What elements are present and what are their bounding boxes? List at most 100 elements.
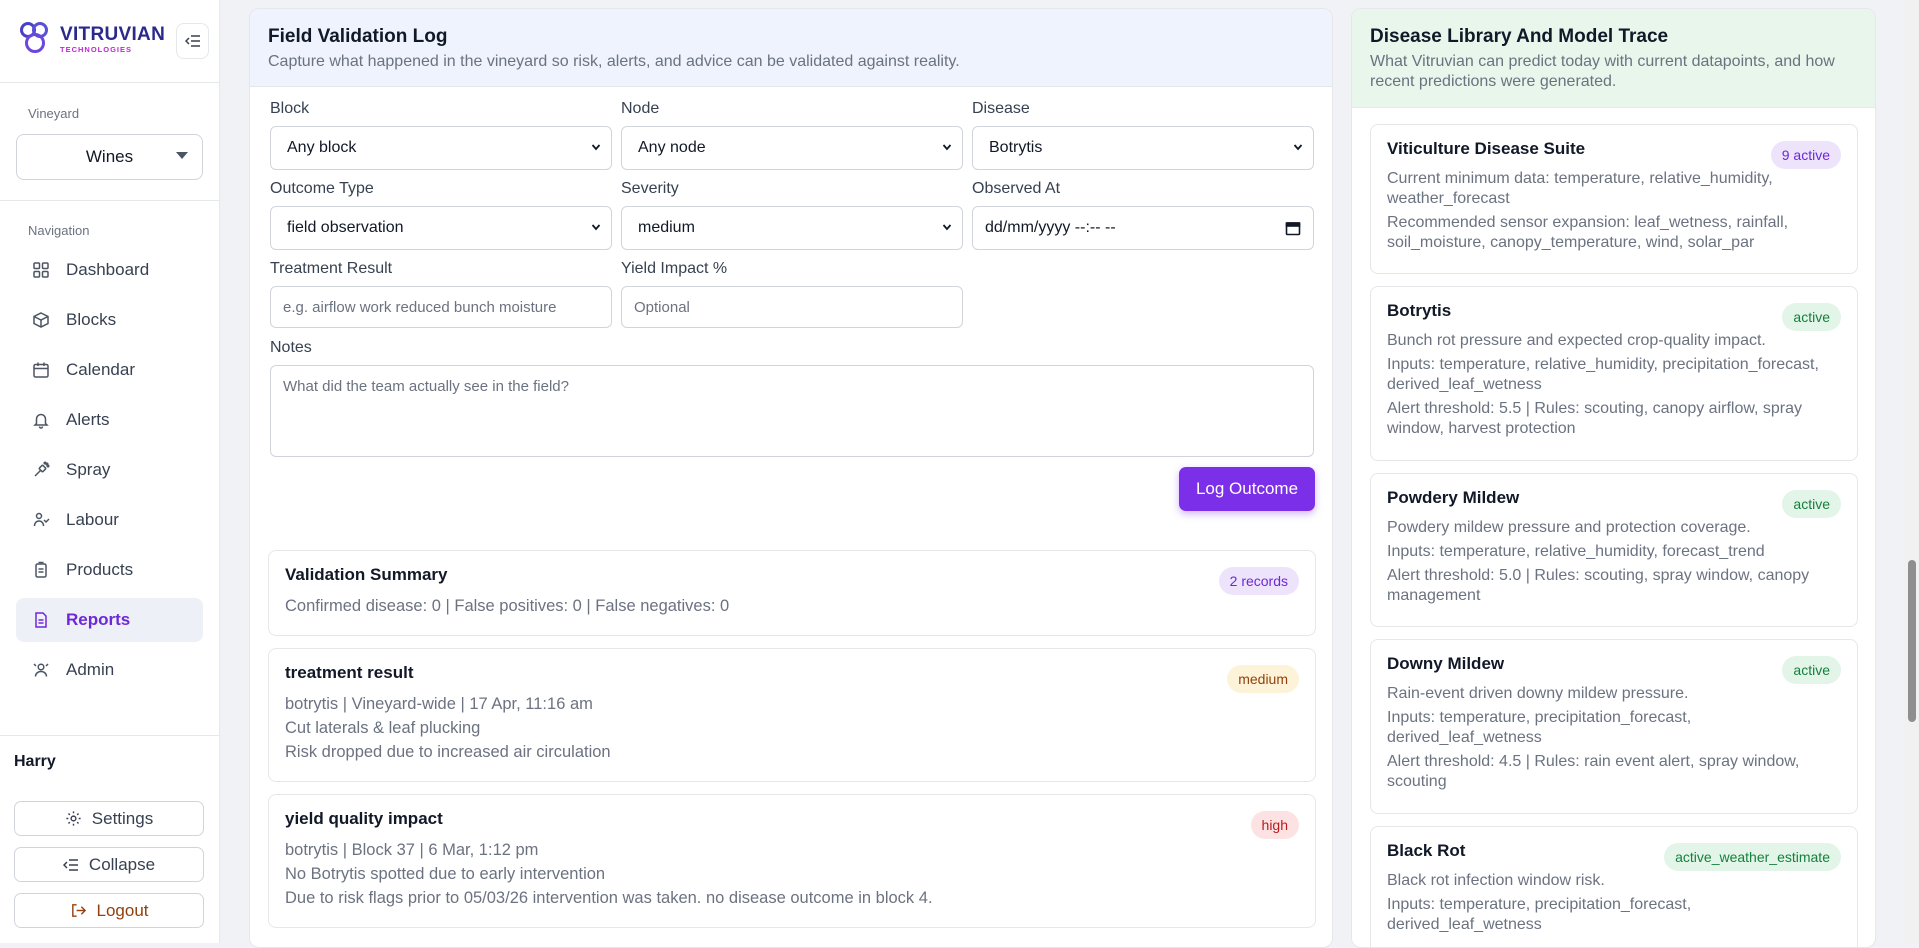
panel-title: Field Validation Log [268, 26, 448, 47]
disease-card[interactable]: Powdery Mildew active Powdery mildew pre… [1370, 473, 1858, 627]
nav-item-admin[interactable]: Admin [16, 648, 203, 692]
observed-at-value: dd/mm/yyyy --:-- -- [985, 219, 1116, 236]
caret-down-icon [176, 152, 188, 159]
node-select[interactable]: Any node [621, 126, 963, 170]
collapse-icon [62, 858, 78, 871]
severity-select[interactable]: medium [621, 206, 963, 250]
calendar-icon[interactable] [1285, 220, 1301, 236]
node-value: Any node [638, 139, 706, 156]
nav-label: Dashboard [66, 260, 150, 279]
record-count-badge: 2 records [1218, 567, 1299, 595]
disease-line: Inputs: temperature, precipitation_forec… [1387, 709, 1692, 746]
vineyard-value: Wines [85, 147, 134, 166]
nav-label: Reports [66, 610, 131, 629]
divider [0, 200, 219, 201]
status-badge: active [1782, 490, 1841, 518]
treatment-result-label: Treatment Result [270, 260, 393, 277]
observed-at-input[interactable]: dd/mm/yyyy --:-- -- [972, 206, 1314, 250]
chevron-down-icon [591, 224, 601, 231]
record-line: Risk dropped due to increased air circul… [285, 743, 611, 761]
outcome-type-select[interactable]: field observation [270, 206, 612, 250]
logout-label: Logout [96, 900, 149, 920]
severity-badge: high [1250, 811, 1299, 839]
record-card[interactable]: yield quality impact high botrytis | Blo… [268, 794, 1316, 928]
record-line: Due to risk flags prior to 05/03/26 inte… [285, 889, 933, 907]
menu-collapse-icon [184, 35, 200, 47]
log-outcome-button[interactable]: Log Outcome [1179, 467, 1315, 511]
disease-card[interactable]: Viticulture Disease Suite 9 active Curre… [1370, 124, 1858, 274]
brand-logo[interactable]: VITRUVIAN TECHNOLOGIES [20, 22, 165, 56]
disease-line: Black rot infection window risk. [1387, 872, 1605, 889]
blocks-icon [33, 312, 49, 328]
yield-impact-input[interactable]: Optional [621, 286, 963, 328]
bell-icon [33, 413, 49, 429]
scrollbar-thumb[interactable] [1908, 560, 1916, 722]
chevron-down-icon [942, 224, 952, 231]
products-icon [35, 561, 47, 578]
sidebar-toggle-button[interactable] [176, 23, 209, 59]
nav-label: Labour [66, 510, 119, 529]
severity-value: medium [638, 219, 695, 236]
dashboard-icon [33, 262, 49, 278]
vineyard-label: Vineyard [28, 106, 80, 121]
labour-icon [33, 512, 50, 527]
nav-item-labour[interactable]: Labour [16, 498, 203, 542]
divider [0, 735, 219, 736]
record-title: treatment result [285, 663, 414, 682]
record-card[interactable]: treatment result medium botrytis | Viney… [268, 648, 1316, 782]
page-scrollbar[interactable] [1904, 0, 1919, 943]
panel-subtitle: What Vitruvian can predict today with cu… [1370, 53, 1835, 90]
logout-icon [71, 904, 86, 917]
disease-line: Inputs: temperature, relative_humidity, … [1387, 543, 1765, 560]
disease-card[interactable]: Botrytis active Bunch rot pressure and e… [1370, 286, 1858, 461]
panel-header: Field Validation Log Capture what happen… [250, 9, 1332, 87]
nav-item-alerts[interactable]: Alerts [16, 398, 203, 442]
collapse-label: Collapse [88, 854, 156, 874]
status-badge: active [1782, 656, 1841, 684]
validation-summary-card: Validation Summary 2 records Confirmed d… [268, 550, 1316, 636]
nav-label: Products [66, 560, 134, 579]
nav-item-dashboard[interactable]: Dashboard [16, 248, 203, 292]
settings-button[interactable]: Settings [14, 801, 204, 836]
record-meta: botrytis | Vineyard-wide | 17 Apr, 11:16… [285, 695, 593, 713]
yield-placeholder: Optional [634, 298, 690, 316]
nav-label: Alerts [66, 410, 110, 429]
calendar-icon [33, 362, 49, 378]
nav-item-blocks[interactable]: Blocks [16, 298, 203, 342]
field-validation-panel: Field Validation Log Capture what happen… [249, 8, 1333, 948]
notes-placeholder: What did the team actually see in the fi… [283, 378, 569, 395]
nav-item-spray[interactable]: Spray [16, 448, 203, 492]
brand-subtitle: TECHNOLOGIES [60, 44, 133, 54]
nav-item-products[interactable]: Products [16, 548, 203, 592]
logout-button[interactable]: Logout [14, 893, 204, 928]
outcome-type-value: field observation [287, 219, 404, 236]
navigation-label: Navigation [28, 223, 90, 238]
nav-item-calendar[interactable]: Calendar [16, 348, 203, 392]
collapse-button[interactable]: Collapse [14, 847, 204, 882]
block-label: Block [270, 100, 310, 117]
block-select[interactable]: Any block [270, 126, 612, 170]
panel-header: Disease Library And Model Trace What Vit… [1352, 9, 1875, 108]
nav-item-reports[interactable]: Reports [16, 598, 203, 642]
disease-title: Botrytis [1387, 301, 1452, 320]
treatment-placeholder: e.g. airflow work reduced bunch moisture [283, 298, 557, 316]
chevron-down-icon [1293, 144, 1303, 151]
disease-card[interactable]: Black Rot active_weather_estimate Black … [1370, 826, 1858, 947]
user-name: Harry [14, 753, 56, 770]
record-line: Cut laterals & leaf plucking [285, 719, 481, 737]
treatment-result-input[interactable]: e.g. airflow work reduced bunch moisture [270, 286, 612, 328]
vineyard-select[interactable]: Wines [16, 134, 203, 180]
disease-line: Powdery mildew pressure and protection c… [1387, 519, 1751, 536]
disease-line: Alert threshold: 5.5 | Rules: scouting, … [1387, 400, 1803, 437]
disease-select[interactable]: Botrytis [972, 126, 1314, 170]
nav-menu: Dashboard Blocks Calendar Alerts Spray L… [16, 248, 203, 698]
chevron-down-icon [591, 144, 601, 151]
disease-card[interactable]: Downy Mildew active Rain-event driven do… [1370, 639, 1858, 814]
node-label: Node [621, 100, 660, 117]
summary-title: Validation Summary [285, 565, 448, 584]
disease-line: Current minimum data: temperature, relat… [1387, 170, 1773, 207]
disease-line: Inputs: temperature, precipitation_forec… [1387, 896, 1692, 933]
nav-label: Blocks [66, 310, 117, 329]
disease-line: Rain-event driven downy mildew pressure. [1387, 685, 1689, 702]
notes-textarea[interactable]: What did the team actually see in the fi… [270, 365, 1314, 457]
